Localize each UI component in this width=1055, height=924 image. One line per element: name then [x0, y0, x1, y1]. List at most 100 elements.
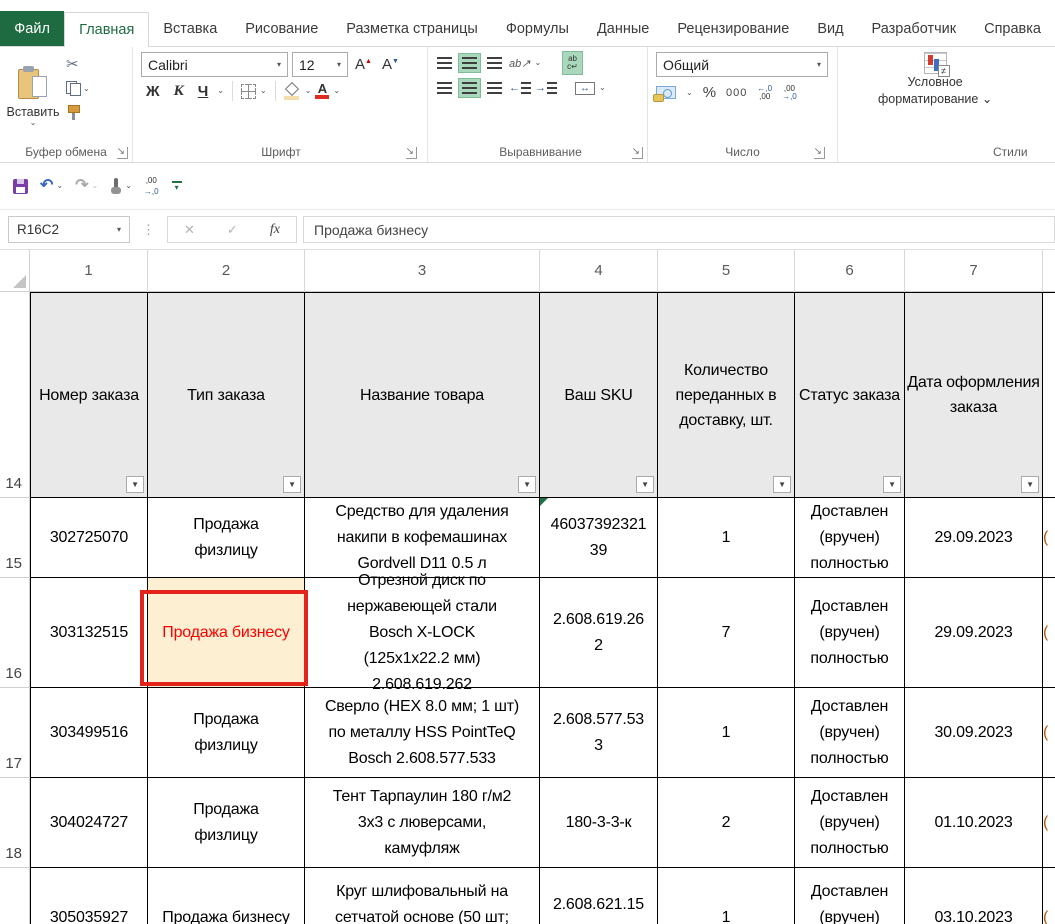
save-button[interactable] — [10, 176, 31, 197]
name-box[interactable]: R16C2▾ — [8, 216, 130, 243]
alignment-dialog-launcher[interactable]: ↘ — [632, 147, 643, 159]
filter-button[interactable]: ▼ — [773, 476, 791, 493]
cell-r19-product-name[interactable]: Круг шлифовальный на сетчатой основе (50… — [305, 868, 540, 924]
cell-r15-product-name[interactable]: Средство для удаления накипи в кофемашин… — [305, 498, 540, 578]
percent-format-button[interactable]: % — [703, 84, 716, 101]
cell-r19-quantity[interactable]: 1 — [658, 868, 795, 924]
increase-font-button[interactable]: А▲ — [352, 56, 375, 73]
increase-indent-button[interactable]: → — [535, 82, 557, 94]
align-right-button[interactable] — [484, 79, 505, 97]
cell-r19-sku[interactable]: 2.608.621.154 — [540, 868, 658, 924]
cell-r16-clipped-column[interactable]: ( — [1043, 578, 1055, 688]
select-all-corner[interactable] — [0, 250, 30, 291]
cell-r17-sku[interactable]: 2.608.577.533 — [540, 688, 658, 778]
tab-data[interactable]: Данные — [583, 11, 663, 46]
decrease-font-button[interactable]: А▼ — [379, 56, 402, 73]
increase-decimal-button[interactable]: ←,0,00 — [757, 85, 772, 101]
cell-r18-status[interactable]: Доставлен (вручен) полностью — [795, 778, 905, 868]
table-header-sku[interactable]: Ваш SKU▼ — [540, 292, 658, 498]
cell-r15-quantity[interactable]: 1 — [658, 498, 795, 578]
cell-r16-order-type[interactable]: Продажа бизнесу — [148, 578, 305, 688]
formula-input[interactable]: Продажа бизнесу — [303, 216, 1055, 243]
column-header-6[interactable]: 6 — [795, 250, 905, 291]
row-header-16[interactable]: 16 — [0, 578, 30, 688]
conditional-formatting-button[interactable]: ≠ Условноеформатирование ⌄ — [878, 52, 992, 141]
cell-r18-sku[interactable]: 180-3-3-к — [540, 778, 658, 868]
filter-button[interactable]: ▼ — [126, 476, 144, 493]
cell-r18-order-type[interactable]: Продажа физлицу — [148, 778, 305, 868]
row-header-14[interactable]: 14 — [0, 292, 30, 498]
cell-r16-sku[interactable]: 2.608.619.262 — [540, 578, 658, 688]
underline-button[interactable]: Ч — [193, 83, 214, 100]
cell-r16-order-number[interactable]: 303132515 — [30, 578, 148, 688]
row-header-17[interactable]: 17 — [0, 688, 30, 778]
redo-button[interactable]: ↷⌄ — [72, 175, 101, 197]
filter-button[interactable]: ▼ — [518, 476, 536, 493]
fill-color-button[interactable] — [284, 83, 301, 100]
cell-r19-order-number[interactable]: 305035927 — [30, 868, 148, 924]
tab-help[interactable]: Справка — [970, 11, 1055, 46]
cell-r15-order-number[interactable]: 302725070 — [30, 498, 148, 578]
bold-button[interactable]: Ж — [141, 83, 165, 100]
table-header-status[interactable]: Статус заказа▼ — [795, 292, 905, 498]
qat-decrease-decimal-button[interactable]: ,00→,0 — [141, 174, 162, 199]
cell-r16-quantity[interactable]: 7 — [658, 578, 795, 688]
font-dialog-launcher[interactable]: ↘ — [406, 147, 417, 159]
align-top-button[interactable] — [434, 54, 455, 72]
cell-r17-product-name[interactable]: Сверло (HEX 8.0 мм; 1 шт) по металлу HSS… — [305, 688, 540, 778]
accounting-format-button[interactable] — [656, 86, 676, 99]
table-header-order-date[interactable]: Дата оформления заказа▼ — [905, 292, 1043, 498]
cell-r17-status[interactable]: Доставлен (вручен) полностью — [795, 688, 905, 778]
tab-developer[interactable]: Разработчик — [858, 11, 971, 46]
align-middle-button[interactable] — [459, 54, 480, 72]
table-header-quantity[interactable]: Количество переданных в доставку, шт.▼ — [658, 292, 795, 498]
cell-r18-order-date[interactable]: 01.10.2023 — [905, 778, 1043, 868]
column-header-8[interactable] — [1043, 250, 1055, 291]
confirm-entry-button[interactable]: ✓ — [227, 222, 238, 238]
tab-file[interactable]: Файл — [0, 11, 64, 46]
cell-r16-product-name[interactable]: Отрезной диск по нержавеющей стали Bosch… — [305, 578, 540, 688]
undo-button[interactable]: ↶⌄ — [37, 175, 66, 197]
row-header-15[interactable]: 15 — [0, 498, 30, 578]
format-painter-button[interactable] — [66, 104, 90, 121]
wrap-text-button[interactable]: abc↵ — [563, 52, 582, 74]
align-left-button[interactable] — [434, 79, 455, 97]
clipboard-dialog-launcher[interactable]: ↘ — [117, 147, 128, 159]
cut-button[interactable]: ✂ — [66, 56, 90, 73]
table-header-clipped[interactable] — [1043, 292, 1055, 498]
column-header-2[interactable]: 2 — [148, 250, 305, 291]
cell-r18-order-number[interactable]: 304024727 — [30, 778, 148, 868]
borders-button[interactable] — [241, 84, 256, 99]
cell-r18-quantity[interactable]: 2 — [658, 778, 795, 868]
font-name-combo[interactable]: Calibri▾ — [141, 52, 288, 77]
cell-r15-status[interactable]: Доставлен (вручен) полностью — [795, 498, 905, 578]
formula-bar-splitter[interactable]: ⋮ — [142, 222, 155, 238]
tab-review[interactable]: Рецензирование — [663, 11, 803, 46]
align-bottom-button[interactable] — [484, 54, 505, 72]
customize-qat-button[interactable]: ▾ — [168, 178, 186, 194]
copy-button[interactable]: ⌄ — [66, 80, 90, 97]
cell-r15-order-type[interactable]: Продажа физлицу — [148, 498, 305, 578]
column-header-5[interactable]: 5 — [658, 250, 795, 291]
row-header-18[interactable]: 18 — [0, 778, 30, 868]
cell-r17-order-number[interactable]: 303499516 — [30, 688, 148, 778]
column-header-4[interactable]: 4 — [540, 250, 658, 291]
cell-r17-clipped-column[interactable]: ( — [1043, 688, 1055, 778]
table-header-order-type[interactable]: Тип заказа▼ — [148, 292, 305, 498]
column-header-7[interactable]: 7 — [905, 250, 1043, 291]
font-color-button[interactable]: А — [315, 83, 329, 99]
cell-r17-order-type[interactable]: Продажа физлицу — [148, 688, 305, 778]
cell-r17-quantity[interactable]: 1 — [658, 688, 795, 778]
cell-r19-order-type[interactable]: Продажа бизнесу — [148, 868, 305, 924]
cell-r17-order-date[interactable]: 30.09.2023 — [905, 688, 1043, 778]
comma-format-button[interactable]: 000 — [726, 87, 747, 99]
cell-r15-order-date[interactable]: 29.09.2023 — [905, 498, 1043, 578]
table-header-order-number[interactable]: Номер заказа▼ — [30, 292, 148, 498]
number-dialog-launcher[interactable]: ↘ — [814, 147, 825, 159]
column-header-3[interactable]: 3 — [305, 250, 540, 291]
tab-page-layout[interactable]: Разметка страницы — [332, 11, 492, 46]
cell-r15-sku[interactable]: 4603739232139 — [540, 498, 658, 578]
cancel-entry-button[interactable]: ✕ — [184, 222, 195, 238]
tab-view[interactable]: Вид — [803, 11, 857, 46]
cell-r19-order-date[interactable]: 03.10.2023 — [905, 868, 1043, 924]
